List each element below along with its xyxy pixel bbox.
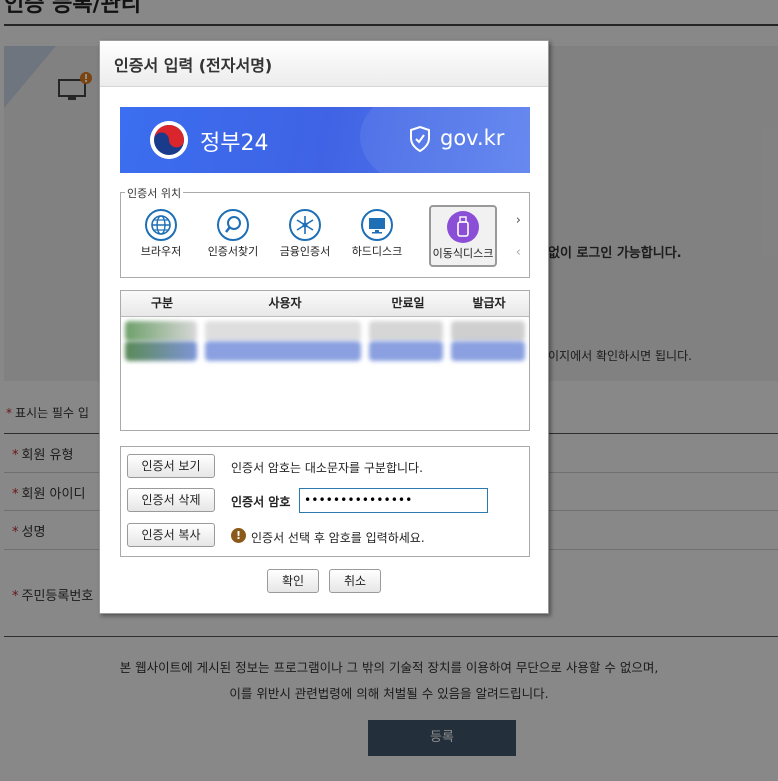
location-browser[interactable]: 브라우저: [127, 205, 195, 267]
password-label: 인증서 암호: [231, 495, 291, 509]
magnifier-icon: [217, 209, 249, 241]
asterisk-icon: [289, 209, 321, 241]
table-header: 구분 사용자 만료일 발급자: [121, 291, 529, 317]
service-name: 정부24: [200, 131, 269, 156]
location-find-certificate[interactable]: 인증서찾기: [199, 205, 267, 267]
col-type: 구분: [150, 296, 174, 310]
view-certificate-button[interactable]: 인증서 보기: [127, 454, 215, 478]
location-legend: 인증서 위치: [125, 185, 184, 201]
location-prev-arrow[interactable]: ‹: [516, 245, 521, 260]
warning-icon: !: [231, 528, 246, 543]
dialog-title: 인증서 입력 (전자서명): [100, 41, 548, 87]
password-input[interactable]: •••••••••••••••: [299, 488, 488, 513]
warning-text: 인증서 선택 후 암호를 입력하세요.: [251, 531, 425, 545]
monitor-icon: [361, 209, 393, 241]
password-section: 인증서 보기 인증서 암호는 대소문자를 구분합니다. 인증서 삭제 인증서 암…: [120, 446, 530, 557]
copy-certificate-button[interactable]: 인증서 복사: [127, 523, 215, 547]
globe-icon: [145, 209, 177, 241]
col-user: 사용자: [268, 296, 302, 310]
domain-text: gov.kr: [440, 126, 505, 150]
cancel-button[interactable]: 취소: [329, 569, 381, 593]
certificate-dialog: 인증서 입력 (전자서명) 정부24 gov.kr 인증서 위치 브라우저 인증…: [99, 40, 549, 614]
location-financial-certificate[interactable]: 금융인증서: [271, 205, 339, 267]
location-hard-disk[interactable]: 하드디스크: [343, 205, 411, 267]
certificate-location-group: 인증서 위치 브라우저 인증서찾기 금융인증서 하드디스크 이동식디스크 › ‹: [120, 185, 530, 278]
shield-check-icon: [410, 125, 430, 153]
location-next-arrow[interactable]: ›: [516, 213, 521, 228]
table-row[interactable]: [121, 317, 529, 341]
delete-certificate-button[interactable]: 인증서 삭제: [127, 488, 215, 512]
gov24-banner: 정부24 gov.kr: [120, 107, 530, 173]
certificate-table: 구분 사용자 만료일 발급자: [120, 290, 530, 431]
col-expiry: 만료일: [391, 296, 425, 310]
ok-button[interactable]: 확인: [267, 569, 319, 593]
case-sensitive-notice: 인증서 암호는 대소문자를 구분합니다.: [231, 461, 423, 475]
taegeuk-logo-icon: [150, 121, 188, 159]
usb-icon: [447, 211, 479, 243]
col-issuer: 발급자: [472, 296, 506, 310]
location-removable-disk[interactable]: 이동식디스크: [429, 205, 497, 267]
